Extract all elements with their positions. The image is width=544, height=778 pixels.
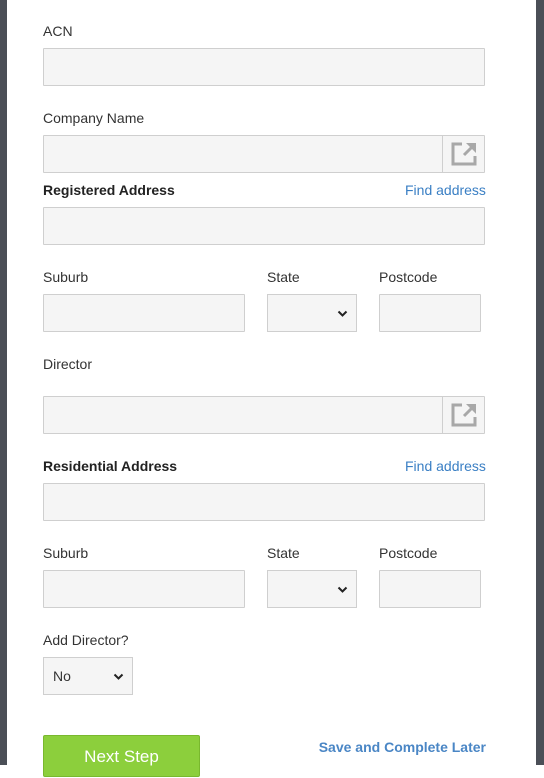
registered-state-select[interactable] <box>267 294 357 332</box>
external-link-icon <box>451 403 476 427</box>
registered-postcode-input[interactable] <box>379 294 481 332</box>
company-name-label: Company Name <box>43 110 145 126</box>
registered-address-input[interactable] <box>43 207 485 245</box>
residential-state-select[interactable] <box>267 570 357 608</box>
director-lookup-button[interactable] <box>442 397 484 433</box>
right-side-rail <box>536 0 544 765</box>
company-lookup-button[interactable] <box>442 136 484 172</box>
registered-postcode-label: Postcode <box>379 269 438 285</box>
acn-label: ACN <box>43 23 73 39</box>
residential-postcode-input[interactable] <box>379 570 481 608</box>
residential-state-label: State <box>267 545 300 561</box>
director-input[interactable] <box>43 396 485 434</box>
chevron-down-icon <box>337 586 348 593</box>
chevron-down-icon <box>337 310 348 317</box>
next-step-button[interactable]: Next Step <box>43 735 200 777</box>
chevron-down-icon <box>113 673 124 680</box>
find-registered-address-link[interactable]: Find address <box>405 182 486 198</box>
residential-address-label: Residential Address <box>43 458 178 474</box>
registered-suburb-input[interactable] <box>43 294 245 332</box>
external-link-icon <box>451 142 476 166</box>
acn-input[interactable] <box>43 48 485 86</box>
save-and-complete-later-link[interactable]: Save and Complete Later <box>319 739 486 755</box>
director-label: Director <box>43 356 93 372</box>
add-director-label: Add Director? <box>43 632 129 648</box>
registered-suburb-label: Suburb <box>43 269 89 285</box>
registered-state-label: State <box>267 269 300 285</box>
residential-suburb-input[interactable] <box>43 570 245 608</box>
residential-address-input[interactable] <box>43 483 485 521</box>
registered-address-label: Registered Address <box>43 182 175 198</box>
company-name-input[interactable] <box>43 135 485 173</box>
residential-postcode-label: Postcode <box>379 545 438 561</box>
add-director-value: No <box>53 668 71 684</box>
find-residential-address-link[interactable]: Find address <box>405 458 486 474</box>
add-director-select[interactable]: No <box>43 657 133 695</box>
left-side-rail <box>0 0 7 765</box>
residential-suburb-label: Suburb <box>43 545 89 561</box>
